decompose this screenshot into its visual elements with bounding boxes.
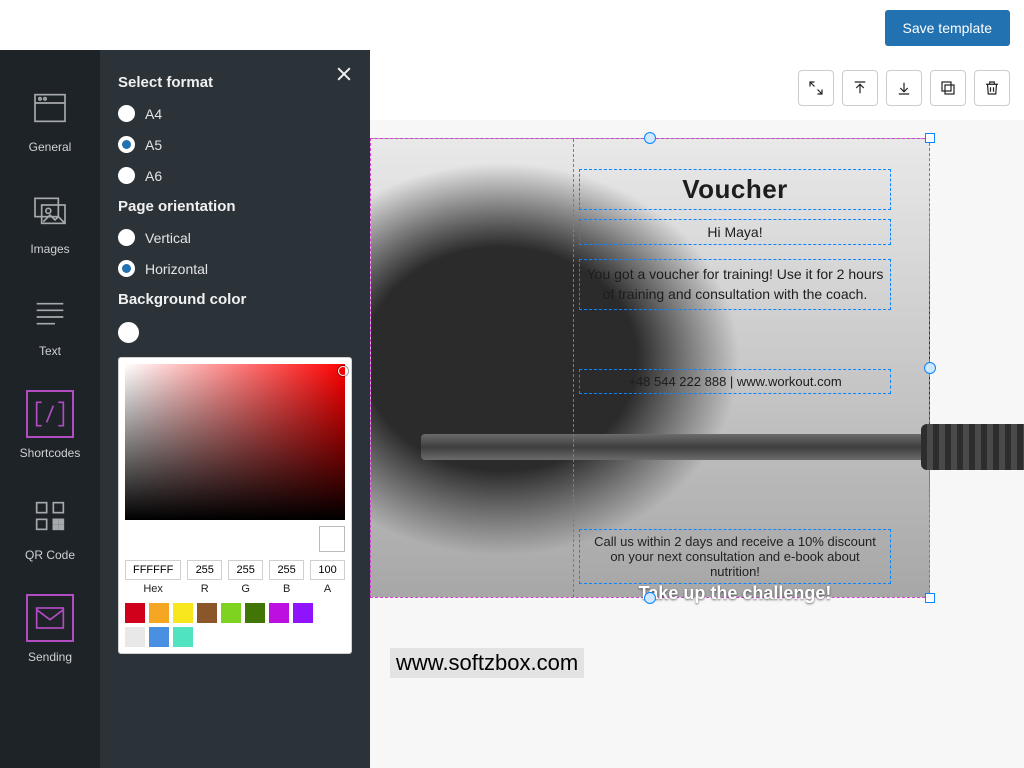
- voucher-contact[interactable]: +48 544 222 888 | www.workout.com: [579, 369, 891, 394]
- send-backward-button[interactable]: [886, 70, 922, 106]
- bring-forward-button[interactable]: [842, 70, 878, 106]
- voucher-cta[interactable]: Take up the challenge!: [579, 579, 891, 608]
- format-label: A4: [145, 106, 162, 122]
- format-heading: Select format: [118, 74, 354, 91]
- shortcode-icon: [30, 394, 70, 434]
- duplicate-button[interactable]: [930, 70, 966, 106]
- window-icon: [30, 88, 70, 128]
- text-lines-icon: [30, 292, 70, 332]
- barbell-graphic: [421, 434, 981, 460]
- selection-handle-bottom-right[interactable]: [925, 593, 935, 603]
- expand-button[interactable]: [798, 70, 834, 106]
- swatch[interactable]: [245, 603, 265, 623]
- swatch[interactable]: [173, 627, 193, 647]
- rail-item-general[interactable]: General: [0, 70, 100, 172]
- trash-icon: [983, 79, 1001, 97]
- close-icon: [334, 64, 354, 84]
- saturation-cursor[interactable]: [338, 366, 348, 376]
- voucher-body[interactable]: You got a voucher for training! Use it f…: [579, 259, 891, 310]
- r-input[interactable]: [187, 560, 222, 580]
- format-a4[interactable]: A4: [118, 105, 354, 122]
- orientation-heading: Page orientation: [118, 198, 354, 215]
- selection-handle-top-right[interactable]: [925, 133, 935, 143]
- hex-label: Hex: [143, 583, 163, 595]
- envelope-icon: [30, 598, 70, 638]
- watermark-text: www.softzbox.com: [390, 648, 584, 678]
- b-input[interactable]: [269, 560, 304, 580]
- color-preview: [319, 526, 345, 552]
- swatch[interactable]: [293, 603, 313, 623]
- a-label: A: [324, 583, 331, 595]
- swatch[interactable]: [197, 603, 217, 623]
- swatch[interactable]: [173, 603, 193, 623]
- rail-item-shortcodes[interactable]: Shortcodes: [0, 376, 100, 478]
- orientation-vertical[interactable]: Vertical: [118, 229, 354, 246]
- save-template-button[interactable]: Save template: [885, 10, 1011, 46]
- rail-label: Text: [39, 344, 61, 358]
- saturation-area[interactable]: [125, 364, 345, 520]
- close-panel-button[interactable]: [334, 64, 354, 89]
- editor-canvas[interactable]: Voucher Hi Maya! You got a voucher for t…: [370, 120, 1024, 768]
- orientation-label: Horizontal: [145, 261, 208, 277]
- rail-label: Shortcodes: [20, 446, 81, 460]
- rail-label: Images: [30, 242, 69, 256]
- rail-item-images[interactable]: Images: [0, 172, 100, 274]
- qrcode-icon: [30, 496, 70, 536]
- delete-button[interactable]: [974, 70, 1010, 106]
- voucher-page[interactable]: Voucher Hi Maya! You got a voucher for t…: [370, 138, 930, 598]
- images-icon: [30, 190, 70, 230]
- arrow-down-stack-icon: [895, 79, 913, 97]
- orientation-label: Vertical: [145, 230, 191, 246]
- swatch[interactable]: [125, 627, 145, 647]
- voucher-greeting[interactable]: Hi Maya!: [579, 219, 891, 245]
- b-label: B: [283, 583, 290, 595]
- rail-label: Sending: [28, 650, 72, 664]
- voucher-title[interactable]: Voucher: [579, 169, 891, 210]
- rail-label: General: [29, 140, 72, 154]
- swatch[interactable]: [125, 603, 145, 623]
- guide-vertical: [573, 139, 574, 597]
- rail-item-sending[interactable]: Sending: [0, 580, 100, 682]
- format-label: A5: [145, 137, 162, 153]
- bgcolor-heading: Background color: [118, 291, 354, 308]
- g-label: G: [241, 583, 250, 595]
- a-input[interactable]: [310, 560, 345, 580]
- voucher-offer[interactable]: Call us within 2 days and receive a 10% …: [579, 529, 891, 584]
- r-label: R: [201, 583, 209, 595]
- swatch[interactable]: [221, 603, 241, 623]
- format-label: A6: [145, 168, 162, 184]
- preset-swatches: [125, 603, 345, 647]
- format-a5[interactable]: A5: [118, 136, 354, 153]
- expand-icon: [807, 79, 825, 97]
- sidebar-rail: General Images Text Shortcodes QR Code S…: [0, 50, 100, 768]
- orientation-horizontal[interactable]: Horizontal: [118, 260, 354, 277]
- selection-handle-right[interactable]: [924, 362, 936, 374]
- hex-input[interactable]: [125, 560, 181, 580]
- swatch[interactable]: [149, 627, 169, 647]
- rail-item-text[interactable]: Text: [0, 274, 100, 376]
- color-picker: Hex R G B A: [118, 357, 352, 654]
- top-bar: Save template: [885, 10, 1011, 46]
- swatch[interactable]: [269, 603, 289, 623]
- rail-item-qrcode[interactable]: QR Code: [0, 478, 100, 580]
- swatch[interactable]: [317, 603, 337, 623]
- selection-handle-bottom[interactable]: [644, 592, 656, 604]
- settings-panel: Select format A4 A5 A6 Page orientation …: [100, 50, 370, 768]
- g-input[interactable]: [228, 560, 263, 580]
- swatch[interactable]: [149, 603, 169, 623]
- arrow-up-stack-icon: [851, 79, 869, 97]
- bgcolor-swatch[interactable]: [118, 322, 139, 343]
- format-a6[interactable]: A6: [118, 167, 354, 184]
- copy-icon: [939, 79, 957, 97]
- rail-label: QR Code: [25, 548, 75, 562]
- canvas-toolbar: [798, 70, 1010, 106]
- selection-handle-top[interactable]: [644, 132, 656, 144]
